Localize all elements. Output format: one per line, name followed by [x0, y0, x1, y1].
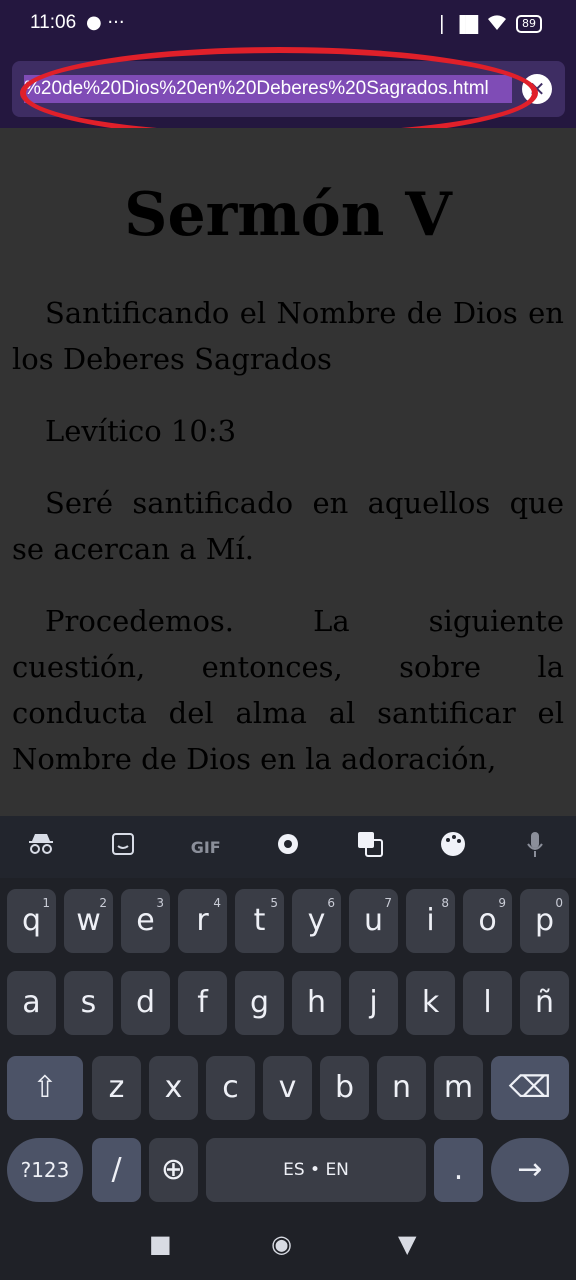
key-label: t	[253, 903, 266, 938]
key-hint: 5	[270, 896, 278, 910]
paragraph-reference: Levítico 10:3	[45, 414, 237, 448]
key-hint: 7	[384, 896, 392, 910]
key-hint: 0	[555, 896, 563, 910]
key-label: e	[136, 903, 155, 938]
space-bar[interactable]: ES • EN	[206, 1138, 426, 1202]
key-u[interactable]: 7u	[349, 889, 398, 953]
key-o[interactable]: 9o	[463, 889, 512, 953]
browser-toolbar: %20de%20Dios%20en%20Deberes%20Sagrados.h…	[0, 50, 576, 128]
key-hint: 1	[42, 896, 50, 910]
key-a[interactable]: a	[7, 971, 56, 1035]
key-c[interactable]: c	[206, 1056, 255, 1120]
key-label: w	[76, 903, 101, 938]
palette-icon[interactable]	[428, 830, 478, 864]
sticker-icon[interactable]	[98, 832, 148, 862]
home-button[interactable]: ◉	[271, 1230, 292, 1258]
clear-url-button[interactable]: ✕	[522, 74, 552, 104]
paragraph-body: Procedemos. La siguiente cuestión, enton…	[12, 604, 564, 776]
key-s[interactable]: s	[64, 971, 113, 1035]
key-y[interactable]: 6y	[292, 889, 341, 953]
status-right: ▏▐█ 89	[441, 13, 542, 35]
key-j[interactable]: j	[349, 971, 398, 1035]
key-t[interactable]: 5t	[235, 889, 284, 953]
key-l[interactable]: l	[463, 971, 512, 1035]
paragraph-subtitle: Santificando el Nombre de Dios en los De…	[12, 296, 564, 376]
key-g[interactable]: g	[235, 971, 284, 1035]
key-v[interactable]: v	[263, 1056, 312, 1120]
keyboard: 1q 2w 3e 4r 5t 6y 7u 8i 9o 0p a s d f g …	[0, 878, 576, 1210]
key-n-tilde[interactable]: ñ	[520, 971, 569, 1035]
key-z[interactable]: z	[92, 1056, 141, 1120]
key-w[interactable]: 2w	[64, 889, 113, 953]
page-title: Sermón V	[124, 180, 452, 250]
key-r[interactable]: 4r	[178, 889, 227, 953]
key-label: p	[534, 903, 555, 938]
globe-icon[interactable]: ⊕	[149, 1138, 198, 1202]
settings-icon[interactable]	[263, 830, 313, 864]
key-hint: 9	[498, 896, 506, 910]
key-label: q	[21, 903, 42, 938]
symbols-key[interactable]: ?123	[7, 1138, 83, 1202]
url-text: %20de%20Dios%20en%20Deberes%20Sagrados.h…	[24, 78, 489, 99]
key-hint: 4	[213, 896, 221, 910]
key-f[interactable]: f	[178, 971, 227, 1035]
recents-button[interactable]: ■	[149, 1230, 172, 1258]
key-e[interactable]: 3e	[121, 889, 170, 953]
key-hint: 8	[441, 896, 449, 910]
slash-key[interactable]: /	[92, 1138, 141, 1202]
period-key[interactable]: .	[434, 1138, 483, 1202]
notification-icons: ● ···	[86, 12, 125, 33]
key-i[interactable]: 8i	[406, 889, 455, 953]
enter-key[interactable]: →	[491, 1138, 569, 1202]
key-hint: 2	[99, 896, 107, 910]
key-h[interactable]: h	[292, 971, 341, 1035]
key-x[interactable]: x	[149, 1056, 198, 1120]
url-field[interactable]: %20de%20Dios%20en%20Deberes%20Sagrados.h…	[12, 61, 565, 117]
signal-icon: ▏▐█	[441, 14, 478, 34]
gif-button[interactable]: GIF	[181, 838, 231, 857]
shift-key[interactable]: ⇧	[7, 1056, 83, 1120]
page-content[interactable]: Sermón V Santificando el Nombre de Dios …	[0, 128, 576, 816]
key-label: r	[196, 903, 209, 938]
key-hint: 6	[327, 896, 335, 910]
incognito-icon[interactable]	[16, 833, 66, 861]
key-k[interactable]: k	[406, 971, 455, 1035]
key-label: u	[363, 903, 383, 938]
navigation-bar: ■ ◉ ▼	[0, 1210, 576, 1280]
key-hint: 3	[156, 896, 164, 910]
key-q[interactable]: 1q	[7, 889, 56, 953]
key-p[interactable]: 0p	[520, 889, 569, 953]
key-b[interactable]: b	[320, 1056, 369, 1120]
back-button[interactable]: ▼	[398, 1230, 416, 1258]
key-label: i	[426, 903, 435, 938]
wifi-icon	[486, 13, 508, 35]
key-d[interactable]: d	[121, 971, 170, 1035]
keyboard-toolbar: GIF	[0, 816, 576, 878]
status-bar: 11:06 ● ··· ▏▐█ 89	[0, 0, 576, 50]
key-m[interactable]: m	[434, 1056, 483, 1120]
key-n[interactable]: n	[377, 1056, 426, 1120]
status-time: 11:06	[30, 12, 77, 33]
mic-icon[interactable]	[510, 830, 560, 864]
url-input[interactable]: %20de%20Dios%20en%20Deberes%20Sagrados.h…	[24, 75, 512, 103]
paragraph-verse: Seré santificado en aquellos que se acer…	[12, 486, 564, 566]
key-label: y	[307, 903, 326, 938]
backspace-key[interactable]: ⌫	[491, 1056, 569, 1120]
translate-icon[interactable]	[345, 830, 395, 864]
key-label: o	[478, 903, 497, 938]
battery-icon: 89	[516, 15, 542, 33]
